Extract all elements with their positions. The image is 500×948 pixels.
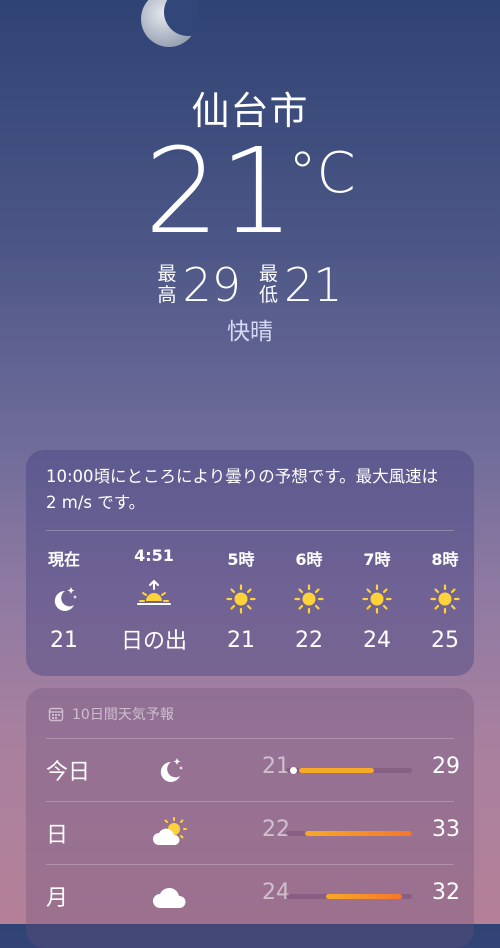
moon-stars-icon	[150, 750, 190, 790]
high-temp: 32	[432, 880, 460, 905]
low-temp-group: 最 低 21	[259, 258, 343, 312]
high-value: 29	[182, 258, 241, 312]
moon-image	[141, 0, 198, 47]
sun-icon	[405, 582, 485, 616]
hourly-summary: 10:00頃にところにより曇りの予想です。最大風速は2 m/s です。	[46, 467, 439, 512]
temp-range-bar	[286, 768, 412, 773]
sunrise-icon	[114, 577, 194, 611]
high-low: 最 高 29 最 低 21	[0, 258, 500, 312]
temp-range-bar	[286, 831, 412, 836]
high-temp: 29	[432, 754, 460, 779]
current-temperature: 21°C	[0, 132, 500, 250]
low-temp: 21	[262, 754, 290, 779]
sun-cloud-icon	[150, 813, 190, 853]
forecast-header-label: 10日間天気予報	[72, 707, 174, 723]
day-label: 日	[46, 823, 69, 848]
forecast-row-today[interactable]: 今日 21 29	[26, 738, 474, 802]
high-label: 最 高	[157, 263, 177, 306]
ten-day-forecast-card[interactable]: 10日間天気予報 今日 21 29 日 22 33 月 24 32	[26, 688, 474, 948]
divider	[46, 864, 454, 865]
forecast-header: 10日間天気予報	[48, 704, 174, 724]
divider	[46, 738, 454, 739]
temperature-unit: °C	[288, 141, 356, 206]
temp-range-fill	[298, 768, 375, 773]
current-temp-marker	[290, 767, 297, 774]
temp-range-fill	[326, 894, 402, 899]
calendar-icon	[48, 707, 64, 722]
hour-item: 現在 21	[24, 546, 104, 653]
cloud-icon	[150, 876, 190, 916]
temperature-value: 21	[144, 122, 295, 260]
day-label: 月	[46, 886, 69, 911]
day-label: 今日	[46, 760, 91, 785]
hour-item: 8時 25	[405, 546, 485, 653]
high-temp-group: 最 高 29	[157, 258, 241, 312]
temp-range-bar	[286, 894, 412, 899]
low-temp: 22	[262, 817, 290, 842]
divider	[46, 530, 454, 531]
hourly-forecast-card[interactable]: 10:00頃にところにより曇りの予想です。最大風速は2 m/s です。 現在 2…	[26, 450, 474, 676]
forecast-row-sunday[interactable]: 日 22 33	[26, 801, 474, 865]
divider	[46, 801, 454, 802]
low-temp: 24	[262, 880, 290, 905]
low-label: 最 低	[259, 263, 279, 306]
low-value: 21	[284, 258, 343, 312]
moon-stars-icon	[24, 582, 104, 616]
hour-item: 4:51 日の出	[114, 546, 194, 655]
temp-range-fill	[304, 831, 412, 836]
forecast-row-monday[interactable]: 月 24 32	[26, 864, 474, 928]
high-temp: 33	[432, 817, 460, 842]
condition-text: 快晴	[227, 319, 273, 345]
